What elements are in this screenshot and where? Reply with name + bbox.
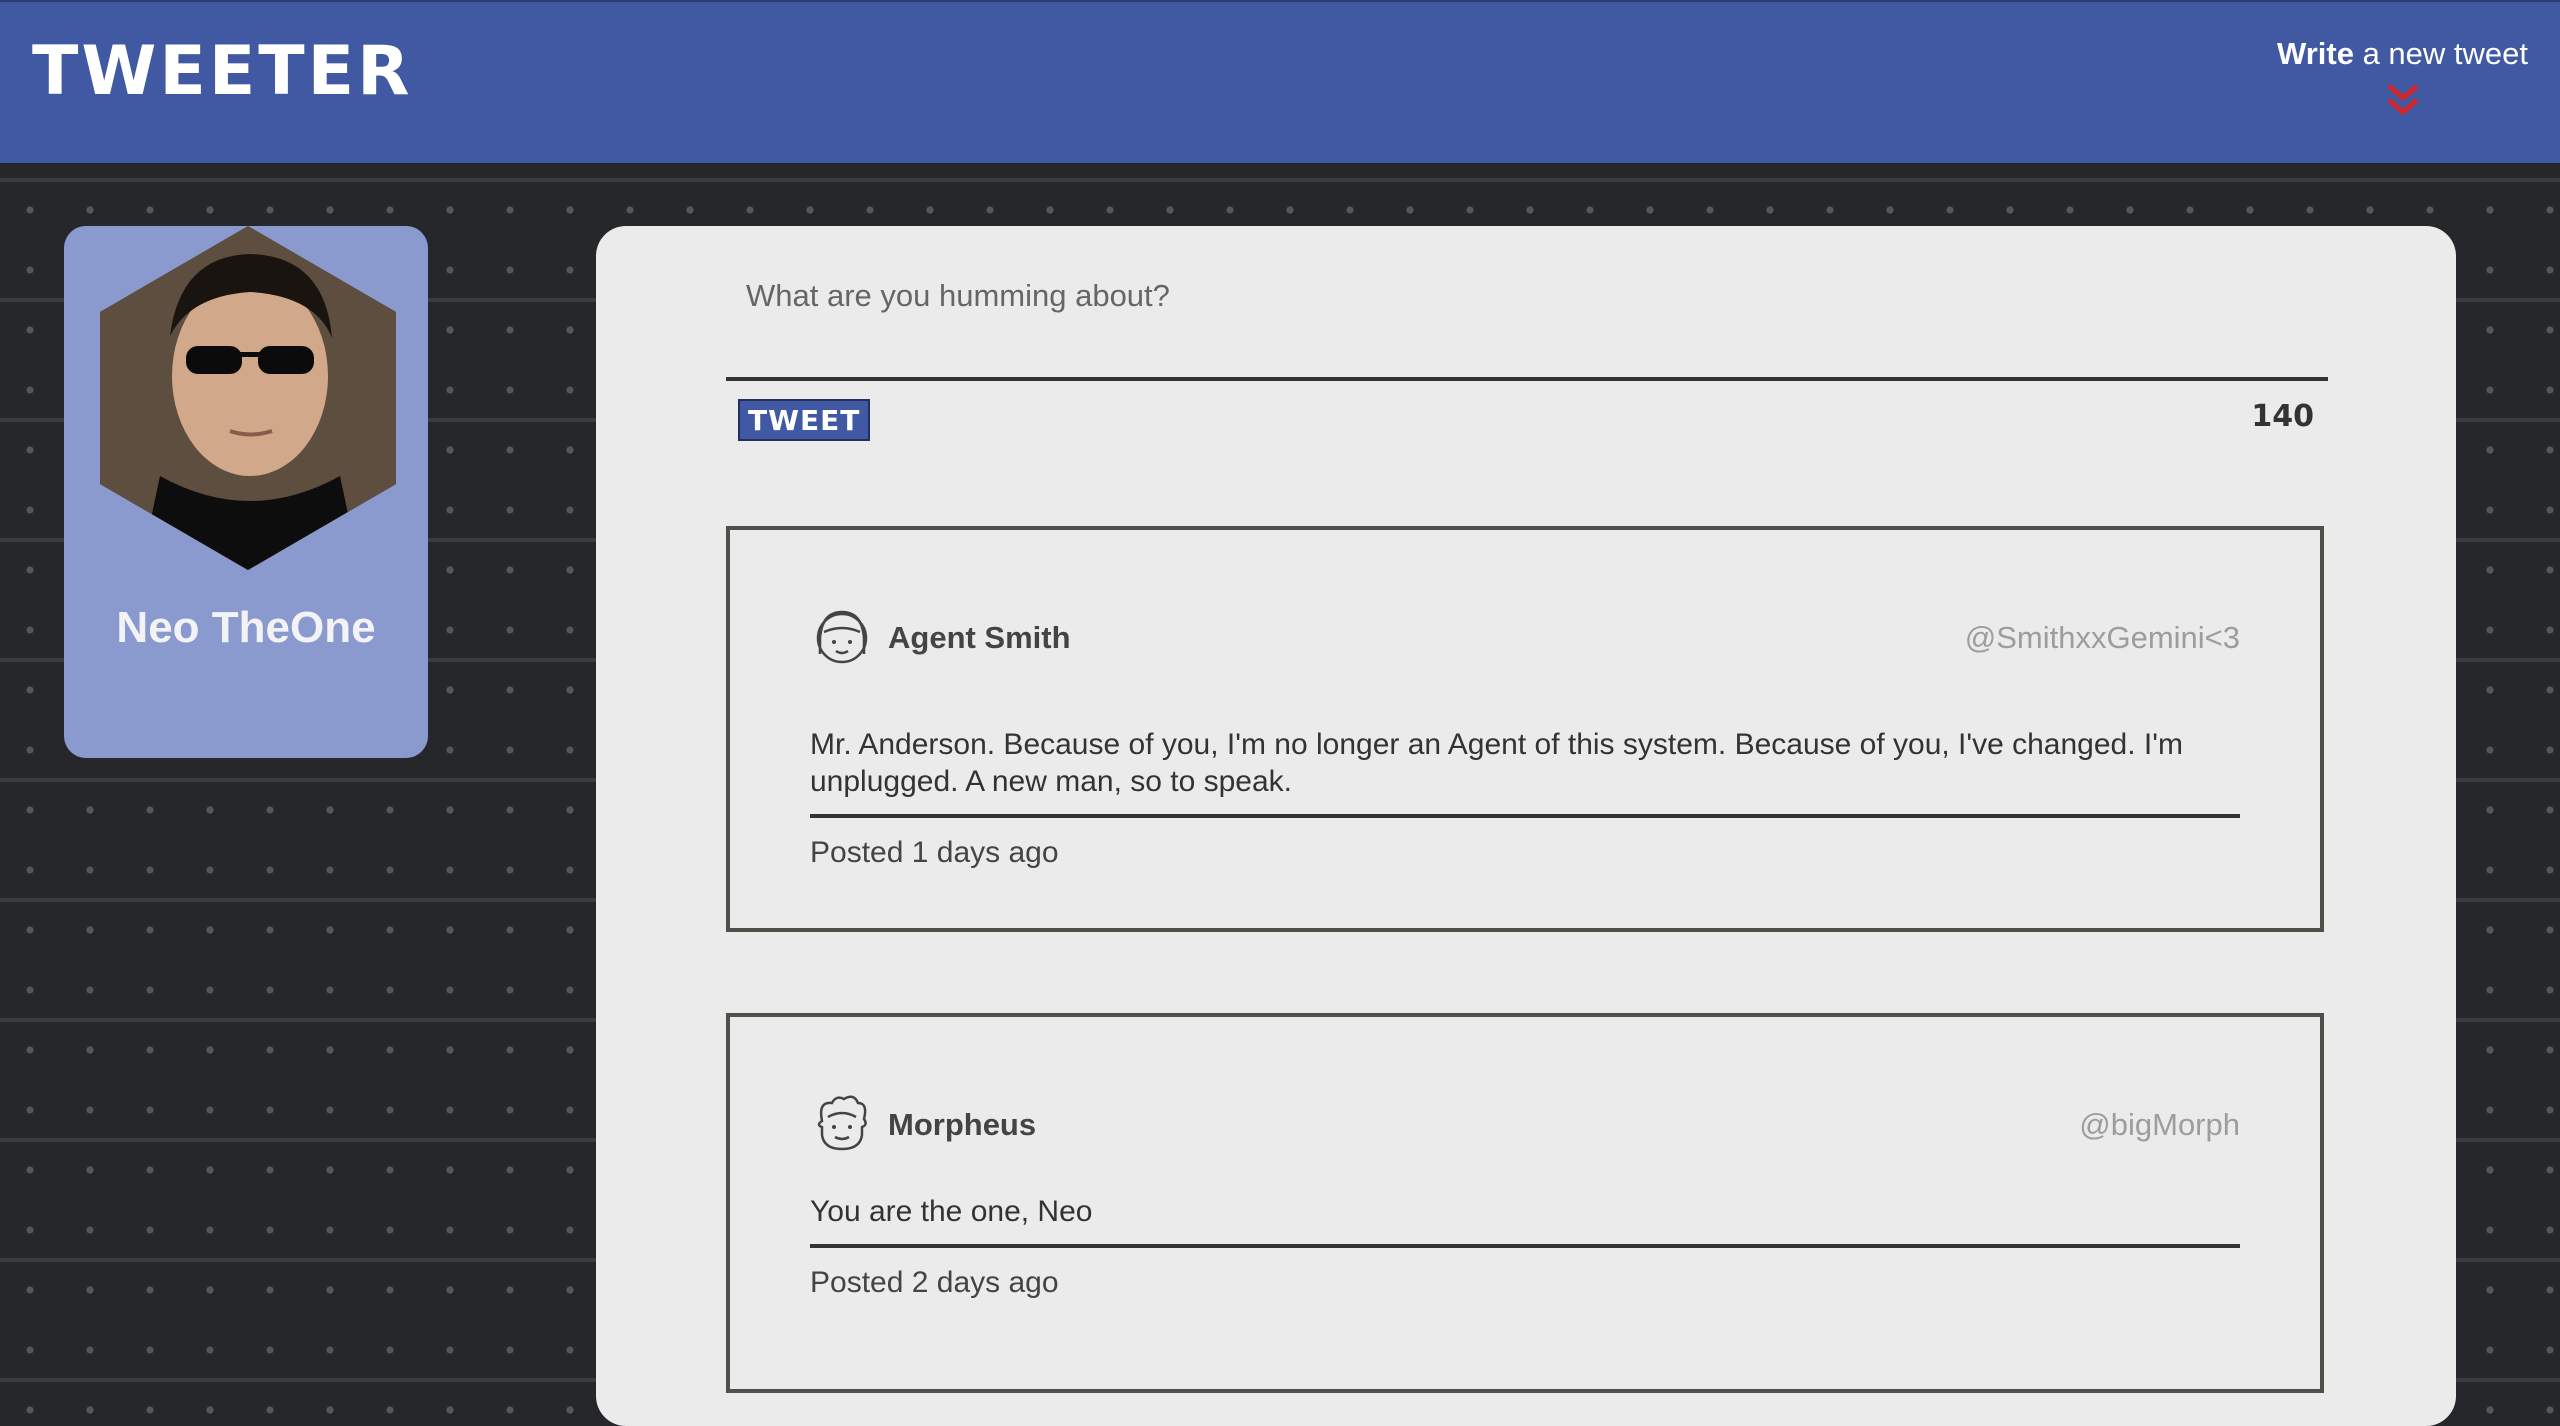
girl-face-icon [816,610,868,664]
tweet-text: Mr. Anderson. Because of you, I'm no lon… [810,726,2240,818]
tweet-card: Morpheus @bigMorph You are the one, Neo … [726,1013,2324,1393]
tweet-author-name: Agent Smith [888,620,1071,655]
character-counter: 140 [2251,399,2314,434]
tweet-author-handle: @SmithxxGemini<3 [1964,620,2240,655]
tweet-header: Agent Smith @SmithxxGemini<3 [810,590,2240,690]
curly-hair-face-icon [817,1095,867,1151]
write-new-tweet-toggle[interactable]: Write a new tweet [2277,32,2528,118]
tweet-composer: TWEET 140 [726,266,2328,461]
write-new-tweet-label[interactable]: Write a new tweet [2277,32,2528,76]
tweet-header: Morpheus @bigMorph [810,1077,2240,1177]
profile-card: Neo TheOne [64,226,428,758]
tweet-author-handle: @bigMorph [2079,1107,2240,1142]
brand-logo: TWEETER [32,32,413,111]
tweet-author-name: Morpheus [888,1107,1037,1142]
write-label-bold: Write [2277,36,2354,71]
profile-photo [100,226,396,570]
double-chevron-down-icon[interactable] [2383,82,2423,118]
profile-name: Neo TheOne [116,603,376,652]
write-label-rest: a new tweet [2353,36,2528,71]
tweet-submit-button[interactable]: TWEET [738,399,871,441]
tweet-card: Agent Smith @SmithxxGemini<3 Mr. Anderso… [726,526,2324,932]
profile-avatar [100,226,396,570]
composer-actions: TWEET 140 [726,381,2328,461]
tweet-text: You are the one, Neo [810,1193,2240,1248]
top-nav: TWEETER Write a new tweet [0,0,2560,163]
tweet-timestamp: Posted 1 days ago [810,836,1059,869]
tweet-timestamp: Posted 2 days ago [810,1266,1059,1299]
main-panel: TWEET 140 Agent Smith @SmithxxGemini<3 M… [596,226,2456,1426]
tweet-input[interactable] [726,266,2328,366]
